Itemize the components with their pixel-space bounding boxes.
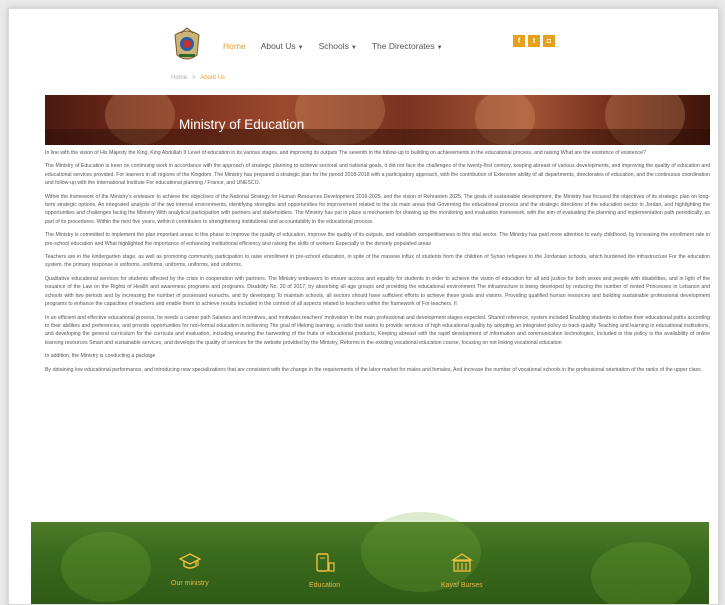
- paragraph: The Ministry of Education is keen on con…: [45, 163, 710, 187]
- footer-item-kayaf-burses[interactable]: Kayaf Burses: [441, 552, 483, 589]
- footer-item-label: Kayaf Burses: [441, 582, 483, 589]
- breadcrumb-separator: >: [192, 75, 196, 81]
- breadcrumb-home[interactable]: Home: [171, 75, 187, 81]
- footer-item-label: Our ministry: [171, 580, 209, 587]
- breadcrumb: Home > About Us: [171, 75, 225, 81]
- paragraph: In an efficient and effective educationa…: [45, 314, 710, 346]
- paragraph: By obtaining low educational performance…: [45, 366, 703, 373]
- hero-banner: Ministry of Education: [45, 95, 710, 145]
- social-links: f t ◘: [513, 35, 555, 47]
- facebook-icon[interactable]: f: [513, 35, 525, 47]
- chevron-down-icon: ▼: [436, 45, 443, 51]
- page-title: Ministry of Education: [179, 117, 305, 132]
- article-body: In line with the vision of His Majesty t…: [45, 149, 710, 379]
- footer-services: Our ministry Education Kayaf Burses: [31, 512, 709, 604]
- chevron-down-icon: ▼: [297, 45, 304, 51]
- building-icon: [450, 553, 473, 572]
- education-icon: [315, 553, 335, 572]
- instagram-icon[interactable]: ◘: [543, 35, 555, 47]
- paragraph: In line with the vision of His Majesty t…: [45, 150, 646, 156]
- nav-item-about-us[interactable]: About Us ▼: [261, 41, 304, 51]
- paragraph: In addition, the Ministry is conducting …: [45, 353, 156, 360]
- nav-item-directorates[interactable]: The Directorates ▼: [372, 41, 443, 51]
- paragraph: Within the framework of the Ministry's e…: [45, 193, 710, 225]
- paragraph: Qualitative educational services for stu…: [45, 275, 710, 308]
- chevron-down-icon: ▼: [350, 45, 357, 51]
- twitter-icon[interactable]: t: [528, 35, 540, 47]
- nav-item-home[interactable]: Home: [223, 41, 246, 51]
- paragraph: Teachers are in the kindergarten stage, …: [45, 254, 710, 269]
- paragraph: The Ministry is committed to implement t…: [45, 232, 710, 247]
- breadcrumb-current: About Us: [200, 75, 225, 81]
- footer-item-our-ministry[interactable]: Our ministry: [171, 552, 209, 587]
- ministry-logo[interactable]: [169, 25, 205, 63]
- header: Home About Us ▼ Schools ▼ The Directorates…: [9, 9, 718, 77]
- footer-item-education[interactable]: Education: [309, 552, 340, 589]
- graduation-cap-icon: [178, 553, 202, 569]
- nav-item-schools[interactable]: Schools ▼: [319, 41, 357, 51]
- main-nav: Home About Us ▼ Schools ▼ The Directorates…: [223, 41, 443, 51]
- page: Home About Us ▼ Schools ▼ The Directorates…: [8, 8, 719, 605]
- footer-item-label: Education: [309, 582, 341, 589]
